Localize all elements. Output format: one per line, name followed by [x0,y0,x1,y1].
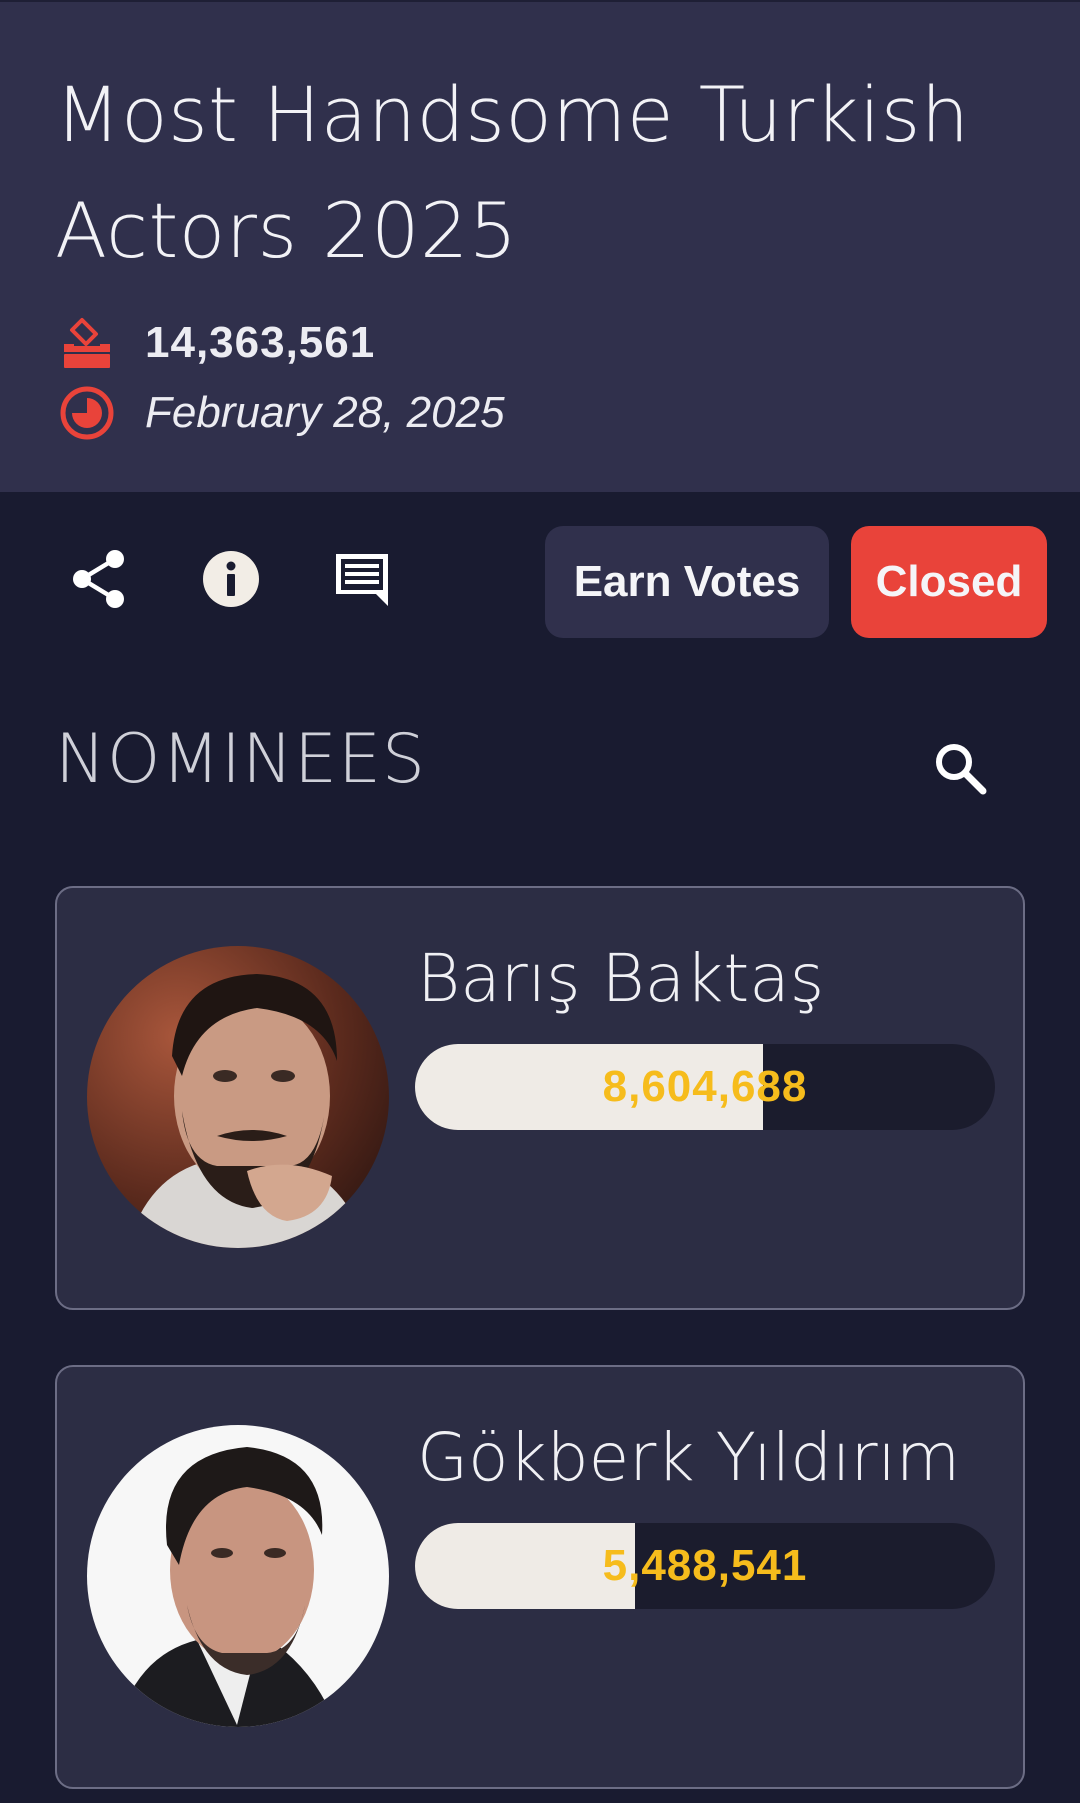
nominee-card[interactable]: Gökberk Yıldırım 5,488,541 [55,1365,1025,1789]
total-votes-row: 14,363,561 [58,314,375,372]
poll-title: Most Handsome Turkish Actors 2025 [55,70,970,275]
ballot-box-icon [58,314,116,372]
poll-status-button[interactable]: Closed [851,526,1047,638]
poll-header: Most Handsome Turkish Actors 2025 14,363… [0,0,1080,492]
search-icon[interactable] [925,733,995,803]
total-votes-count: 14,363,561 [145,318,376,367]
earn-votes-button[interactable]: Earn Votes [545,526,829,638]
comments-icon[interactable] [323,540,401,618]
poll-toolbar: Earn Votes Closed [0,520,1080,640]
end-date: February 28, 2025 [145,388,505,437]
nominee-photo [87,946,389,1248]
nominees-heading: NOMINEES [55,720,427,799]
nominee-vote-count: 5,488,541 [602,1541,808,1590]
vote-progress-bar: 8,604,688 [415,1044,995,1130]
nominee-name: Barış Baktaş [417,940,825,1017]
end-date-row: February 28, 2025 [58,384,505,442]
vote-progress-bar: 5,488,541 [415,1523,995,1609]
nominee-card[interactable]: Barış Baktaş 8,604,688 [55,886,1025,1310]
info-icon[interactable] [192,540,270,618]
nominee-vote-count: 8,604,688 [602,1062,808,1111]
share-icon[interactable] [60,540,138,618]
nominee-name: Gökberk Yıldırım [417,1419,961,1496]
clock-icon [58,384,116,442]
nominee-photo [87,1425,389,1727]
